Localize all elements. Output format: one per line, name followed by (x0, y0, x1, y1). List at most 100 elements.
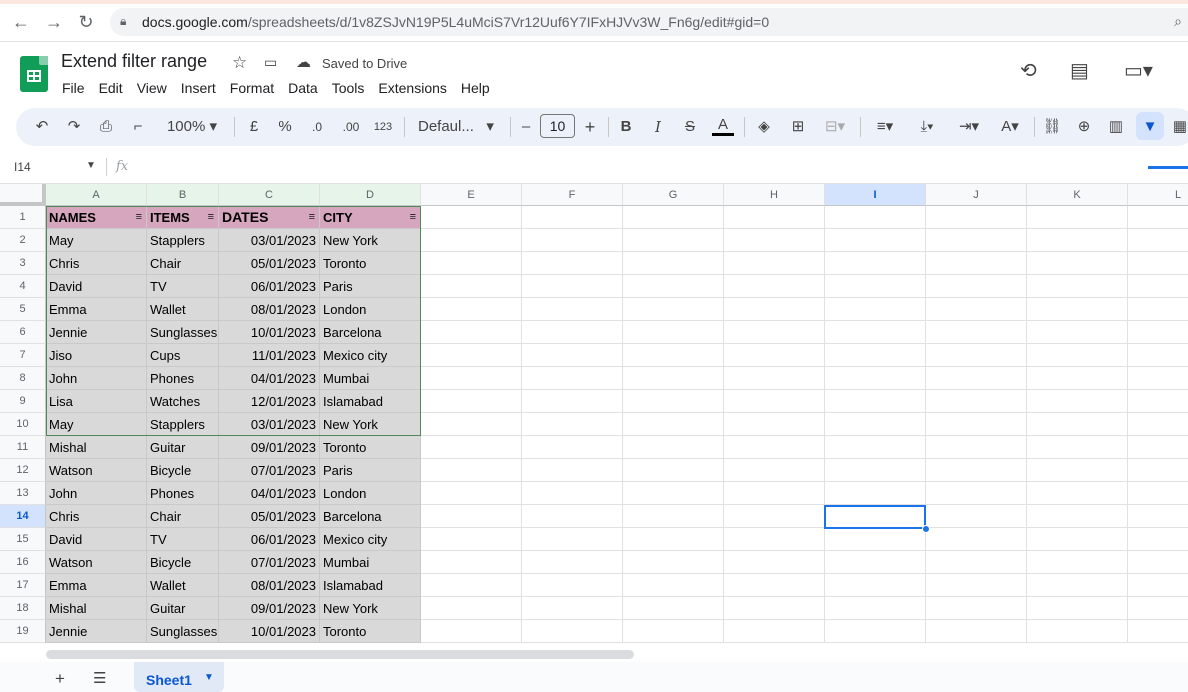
row-header-1[interactable]: 1 (0, 206, 46, 229)
cell-names[interactable]: Mishal (46, 436, 147, 459)
cell-city[interactable]: Barcelona (320, 321, 421, 344)
cell-dates[interactable]: 06/01/2023 (219, 275, 320, 298)
cell-city[interactable]: London (320, 298, 421, 321)
comments-icon[interactable]: ▤ (1070, 58, 1089, 83)
empty-cell[interactable] (1128, 459, 1188, 482)
empty-cell[interactable] (623, 321, 724, 344)
empty-cell[interactable] (724, 252, 825, 275)
empty-cell[interactable] (421, 275, 522, 298)
empty-cell[interactable] (926, 551, 1027, 574)
empty-cell[interactable] (623, 344, 724, 367)
empty-cell[interactable] (421, 482, 522, 505)
empty-cell[interactable] (1128, 551, 1188, 574)
row-header-2[interactable]: 2 (0, 229, 46, 252)
empty-cell[interactable] (1128, 252, 1188, 275)
select-all-corner[interactable] (0, 184, 46, 206)
header-cell-city[interactable]: CITY ≡ (320, 206, 421, 229)
cell-names[interactable]: May (46, 413, 147, 436)
empty-cell[interactable] (522, 620, 623, 643)
url-text[interactable]: docs.google.com/spreadsheets/d/1v8ZSJvN1… (142, 14, 769, 30)
row-header-18[interactable]: 18 (0, 597, 46, 620)
empty-cell[interactable] (623, 551, 724, 574)
empty-cell[interactable] (623, 206, 724, 229)
cell-names[interactable]: Watson (46, 459, 147, 482)
menu-file[interactable]: File (55, 78, 92, 98)
menu-insert[interactable]: Insert (174, 78, 223, 98)
menu-format[interactable]: Format (223, 78, 281, 98)
chevron-down-icon[interactable]: ▼ (204, 672, 214, 683)
cell-names[interactable]: Chris (46, 252, 147, 275)
filter-icon[interactable]: ≡ (208, 206, 214, 228)
cell-dates[interactable]: 10/01/2023 (219, 620, 320, 643)
zoom-select[interactable]: 100% ▾ (162, 116, 222, 138)
bold-button[interactable]: B (618, 116, 634, 138)
filter-icon[interactable]: ≡ (309, 206, 315, 228)
empty-cell[interactable] (522, 321, 623, 344)
cell-dates[interactable]: 05/01/2023 (219, 505, 320, 528)
column-header-k[interactable]: K (1027, 184, 1128, 206)
cell-items[interactable]: Sunglasses (147, 620, 219, 643)
empty-cell[interactable] (623, 413, 724, 436)
empty-cell[interactable] (724, 597, 825, 620)
column-header-i[interactable]: I (825, 184, 926, 206)
menu-extensions[interactable]: Extensions (371, 78, 453, 98)
move-to-folder-icon[interactable]: ▭ (264, 54, 277, 71)
empty-cell[interactable] (825, 298, 926, 321)
empty-cell[interactable] (825, 482, 926, 505)
cell-city[interactable]: Mexico city (320, 344, 421, 367)
empty-cell[interactable] (926, 367, 1027, 390)
cell-city[interactable]: Toronto (320, 436, 421, 459)
empty-cell[interactable] (825, 528, 926, 551)
empty-cell[interactable] (522, 459, 623, 482)
row-header-11[interactable]: 11 (0, 436, 46, 459)
empty-cell[interactable] (522, 597, 623, 620)
empty-cell[interactable] (724, 298, 825, 321)
decrease-decimal-button[interactable]: .0 (306, 116, 328, 138)
cell-city[interactable]: New York (320, 597, 421, 620)
cell-items[interactable]: Sunglasses (147, 321, 219, 344)
empty-cell[interactable] (825, 436, 926, 459)
cell-dates[interactable]: 03/01/2023 (219, 229, 320, 252)
cell-city[interactable]: Paris (320, 275, 421, 298)
empty-cell[interactable] (825, 390, 926, 413)
reload-icon[interactable]: ↻ (74, 10, 98, 34)
filter-views-icon[interactable]: ▦ (1170, 116, 1188, 138)
empty-cell[interactable] (1027, 597, 1128, 620)
empty-cell[interactable] (724, 344, 825, 367)
empty-cell[interactable] (1027, 436, 1128, 459)
merge-cells-icon[interactable]: ⊟▾ (820, 116, 850, 138)
empty-cell[interactable] (1027, 620, 1128, 643)
empty-cell[interactable] (926, 413, 1027, 436)
empty-cell[interactable] (825, 206, 926, 229)
cell-city[interactable]: Mumbai (320, 367, 421, 390)
empty-cell[interactable] (623, 574, 724, 597)
font-size-increase-button[interactable]: + (582, 116, 598, 138)
cell-names[interactable]: Jennie (46, 620, 147, 643)
column-header-a[interactable]: A (46, 184, 147, 206)
cell-items[interactable]: Chair (147, 505, 219, 528)
borders-icon[interactable]: ⊞ (788, 116, 808, 138)
empty-cell[interactable] (1027, 344, 1128, 367)
empty-cell[interactable] (522, 482, 623, 505)
empty-cell[interactable] (926, 620, 1027, 643)
row-header-9[interactable]: 9 (0, 390, 46, 413)
filter-icon[interactable]: ▼ (1140, 116, 1160, 138)
add-sheet-icon[interactable]: + (55, 669, 65, 689)
empty-cell[interactable] (421, 252, 522, 275)
header-cell-names[interactable]: NAMES ≡ (46, 206, 147, 229)
name-box[interactable]: I14 (14, 160, 31, 174)
cell-items[interactable]: Guitar (147, 436, 219, 459)
empty-cell[interactable] (1027, 390, 1128, 413)
empty-cell[interactable] (1128, 436, 1188, 459)
empty-cell[interactable] (825, 367, 926, 390)
empty-cell[interactable] (1128, 505, 1188, 528)
row-header-16[interactable]: 16 (0, 551, 46, 574)
cell-dates[interactable]: 07/01/2023 (219, 551, 320, 574)
cell-city[interactable]: Paris (320, 459, 421, 482)
row-header-3[interactable]: 3 (0, 252, 46, 275)
version-history-icon[interactable]: ⟲ (1020, 58, 1037, 83)
empty-cell[interactable] (724, 436, 825, 459)
empty-cell[interactable] (1027, 551, 1128, 574)
empty-cell[interactable] (623, 528, 724, 551)
menu-help[interactable]: Help (454, 78, 497, 98)
